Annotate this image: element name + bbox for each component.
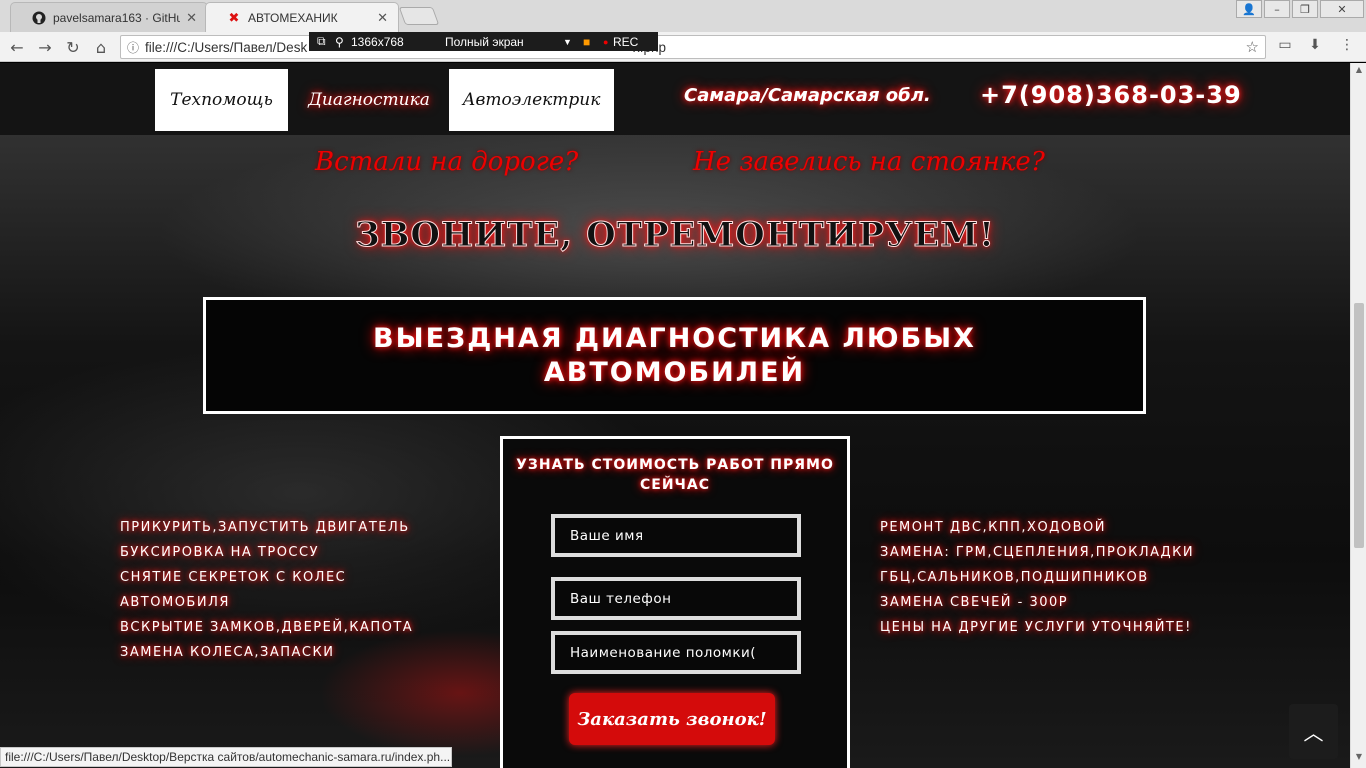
list-item: БУКСИРОВКА НА ТРОССУ: [120, 545, 320, 560]
status-bar: file:///C:/Users/Павел/Desktop/Верстка с…: [0, 747, 452, 767]
tab-github[interactable]: pavelsamara163 · GitHub ✕: [10, 2, 208, 32]
list-item: ГБЦ,САЛЬНИКОВ,ПОДШИПНИКОВ: [880, 570, 1149, 585]
recorder-size: 1366x768: [351, 34, 404, 49]
record-dot-icon: ●: [603, 36, 609, 47]
site-favicon-icon: ✖: [228, 9, 240, 25]
close-tab-icon[interactable]: ✕: [377, 10, 388, 26]
list-item: ЗАМЕНА КОЛЕСА,ЗАПАСКИ: [120, 645, 335, 660]
browser-tabbar: pavelsamara163 · GitHub ✕ ✖ АВТОМЕХАНИК …: [0, 0, 1366, 32]
close-tab-icon[interactable]: ✕: [186, 10, 197, 26]
cast-icon[interactable]: ▭: [1274, 37, 1296, 53]
callback-form: УЗНАТЬ СТОИМОСТЬ РАБОТ ПРЯМО СЕЙЧАС Зака…: [500, 436, 850, 768]
name-input[interactable]: [551, 514, 801, 557]
slogan-heading: ЗВОНИТЕ, ОТРЕМОНТИРУЕМ!: [355, 215, 995, 256]
chevron-up-icon: ︿: [1303, 721, 1324, 745]
list-item: ВСКРЫТИЕ ЗАМКОВ,ДВЕРЕЙ,КАПОТА: [120, 620, 414, 635]
new-tab-button[interactable]: [398, 7, 440, 25]
tab-automechanic[interactable]: ✖ АВТОМЕХАНИК ✕: [205, 2, 399, 32]
page-scrollbar[interactable]: ▲ ▼: [1350, 63, 1366, 768]
zoom-icon: ⚲: [335, 34, 344, 49]
recorder-window-icon[interactable]: ⧉: [317, 34, 335, 49]
recorder-rec[interactable]: REC: [613, 35, 638, 49]
list-item: АВТОМОБИЛЯ: [120, 595, 230, 610]
question-road: Встали на дороге?: [315, 147, 579, 177]
tab-title: pavelsamara163 · GitHub: [53, 10, 181, 25]
menu-icon[interactable]: ⋮: [1336, 37, 1358, 53]
browser-toolbar: ← → ↻ ⌂ ⓘ file:///C:/Users/Павел/Desk x.…: [0, 32, 1366, 62]
menu-autoelectric[interactable]: Автоэлектрик: [449, 69, 614, 131]
list-item: ЗАМЕНА СВЕЧЕЙ - 300Р: [880, 595, 1069, 610]
address-text: file:///C:/Users/Павел/Desk: [145, 39, 308, 55]
region-label: Самара/Самарская обл.: [684, 85, 931, 106]
form-title: УЗНАТЬ СТОИМОСТЬ РАБОТ ПРЯМО СЕЙЧАС: [516, 457, 834, 493]
screen-recorder-bar: ⧉ ⚲ 1366x768 Полный экран ▼ ■ ● REC: [309, 32, 658, 51]
problem-input[interactable]: [551, 631, 801, 674]
phone-number[interactable]: +7(908)368-03-39: [980, 81, 1242, 109]
github-icon: [31, 10, 47, 26]
chevron-down-icon[interactable]: ▼: [563, 37, 583, 47]
menu-diagnostics[interactable]: Диагностика: [294, 69, 444, 131]
home-icon[interactable]: ⌂: [90, 37, 112, 57]
profile-icon[interactable]: 👤: [1236, 0, 1262, 18]
info-icon: ⓘ: [126, 40, 139, 55]
bookmark-star-icon[interactable]: ☆: [1246, 38, 1259, 56]
camera-icon[interactable]: ■: [583, 35, 603, 49]
address-bar[interactable]: ⓘ file:///C:/Users/Павел/Desk x.php ☆: [120, 35, 1266, 59]
reload-icon[interactable]: ↻: [62, 37, 84, 57]
forward-arrow-icon[interactable]: →: [34, 37, 56, 57]
list-item: СНЯТИЕ СЕКРЕТОК С КОЛЕС: [120, 570, 347, 585]
recorder-mode[interactable]: Полный экран: [445, 35, 563, 49]
window-controls: 👤 – ❐ ✕: [1236, 0, 1364, 18]
list-item: ЦЕНЫ НА ДРУГИЕ УСЛУГИ УТОЧНЯЙТЕ!: [880, 620, 1192, 635]
services-left-list: ПРИКУРИТЬ,ЗАПУСТИТЬ ДВИГАТЕЛЬ БУКСИРОВКА…: [120, 515, 413, 665]
order-call-button[interactable]: Заказать звонок!: [569, 693, 775, 745]
list-item: ЗАМЕНА: ГРМ,СЦЕПЛЕНИЯ,ПРОКЛАДКИ: [880, 545, 1195, 560]
list-item: ПРИКУРИТЬ,ЗАПУСТИТЬ ДВИГАТЕЛЬ: [120, 520, 410, 535]
site-header: Техпомощь Диагностика Автоэлектрик Самар…: [0, 63, 1350, 135]
scroll-to-top-button[interactable]: ︿: [1289, 704, 1338, 759]
tab-title: АВТОМЕХАНИК: [248, 10, 338, 25]
menu-techhelp[interactable]: Техпомощь: [155, 69, 288, 131]
extension-icon[interactable]: ⬇: [1304, 37, 1326, 53]
scrollbar-thumb[interactable]: [1354, 303, 1364, 548]
back-arrow-icon[interactable]: ←: [6, 37, 28, 57]
page-content: Техпомощь Диагностика Автоэлектрик Самар…: [0, 63, 1350, 768]
phone-input[interactable]: [551, 577, 801, 620]
diagnostics-banner: ВЫЕЗДНАЯ ДИАГНОСТИКА ЛЮБЫХ АВТОМОБИЛЕЙ: [203, 297, 1146, 414]
banner-text: ВЫЕЗДНАЯ ДИАГНОСТИКА ЛЮБЫХ АВТОМОБИЛЕЙ: [373, 322, 976, 388]
scroll-down-arrow-icon[interactable]: ▼: [1351, 752, 1366, 766]
services-right-list: РЕМОНТ ДВС,КПП,ХОДОВОЙ ЗАМЕНА: ГРМ,СЦЕПЛ…: [880, 515, 1194, 640]
scroll-up-arrow-icon[interactable]: ▲: [1351, 65, 1366, 79]
close-window-icon[interactable]: ✕: [1320, 0, 1364, 18]
minimize-icon[interactable]: –: [1264, 0, 1290, 18]
restore-icon[interactable]: ❐: [1292, 0, 1318, 18]
list-item: РЕМОНТ ДВС,КПП,ХОДОВОЙ: [880, 520, 1106, 535]
question-parking: Не завелись на стоянке?: [693, 147, 1045, 177]
